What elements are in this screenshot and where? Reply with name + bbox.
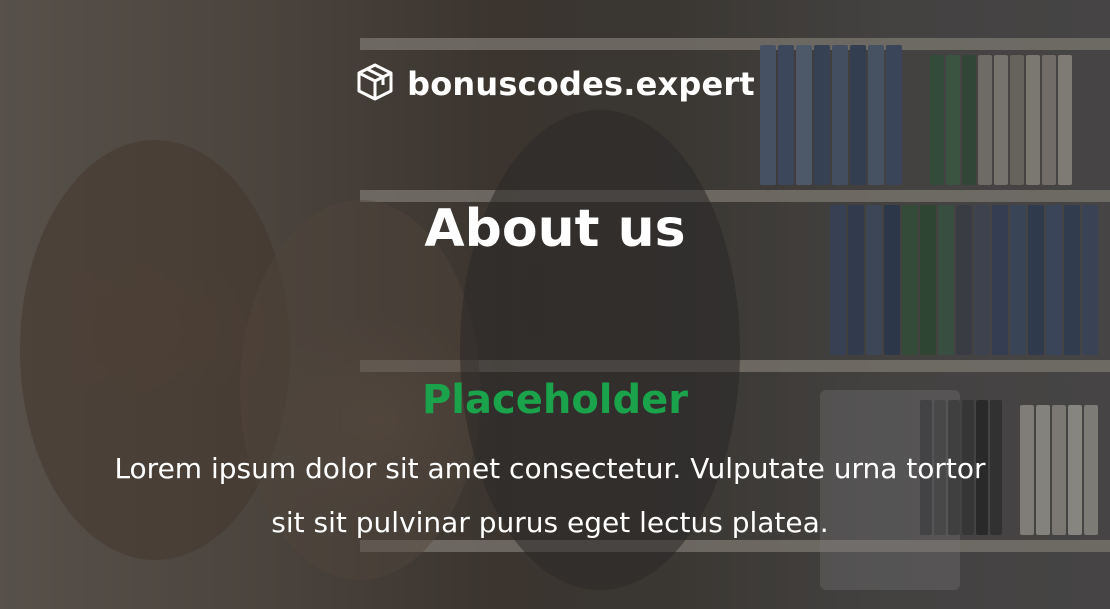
hero-description: Lorem ipsum dolor sit amet consectetur. … (114, 452, 986, 539)
site-logo[interactable]: bonuscodes.expert (0, 62, 1110, 106)
page-title: About us (424, 199, 686, 259)
hero-content: bonuscodes.expert About us Placeholder L… (0, 0, 1110, 609)
box-icon (355, 62, 395, 106)
section-subtitle: Placeholder (421, 377, 688, 423)
hero-section: bonuscodes.expert About us Placeholder L… (0, 0, 1110, 609)
logo-text: bonuscodes.expert (407, 65, 755, 103)
